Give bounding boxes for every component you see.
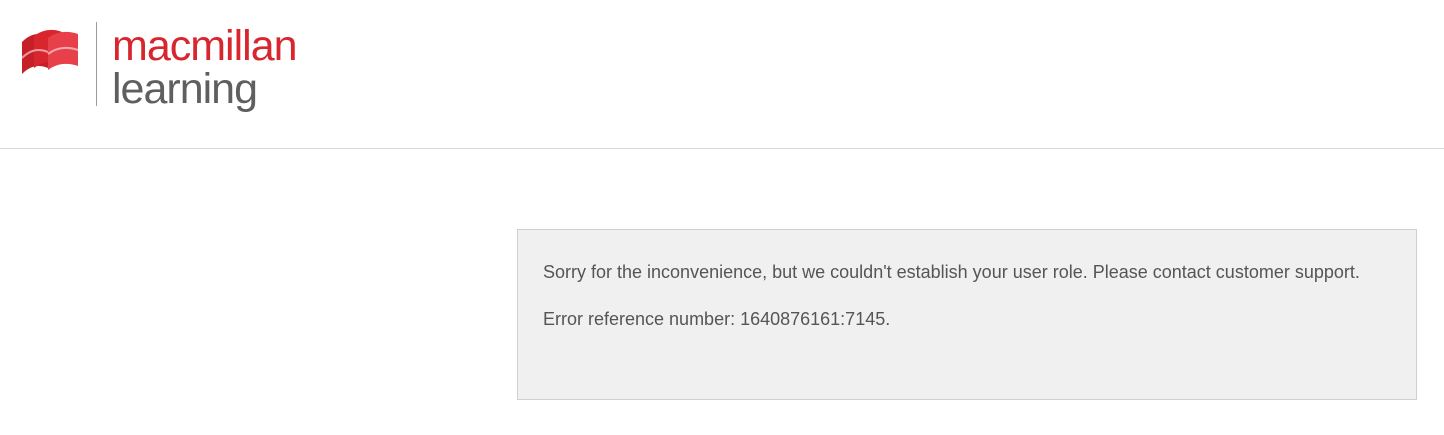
page-header: macmillan learning xyxy=(0,0,1444,149)
macmillan-flag-logo-icon xyxy=(21,29,79,74)
error-message: Sorry for the inconvenience, but we coul… xyxy=(543,262,1360,282)
error-message-panel: Sorry for the inconvenience, but we coul… xyxy=(517,229,1417,400)
logo-divider xyxy=(96,22,97,106)
logo-wordmark-macmillan: macmillan xyxy=(112,22,298,70)
macmillan-learning-logo[interactable]: macmillan learning xyxy=(20,22,340,122)
error-reference-number: Error reference number: 1640876161:7145. xyxy=(543,309,891,329)
logo-wordmark-learning: learning xyxy=(112,65,258,113)
